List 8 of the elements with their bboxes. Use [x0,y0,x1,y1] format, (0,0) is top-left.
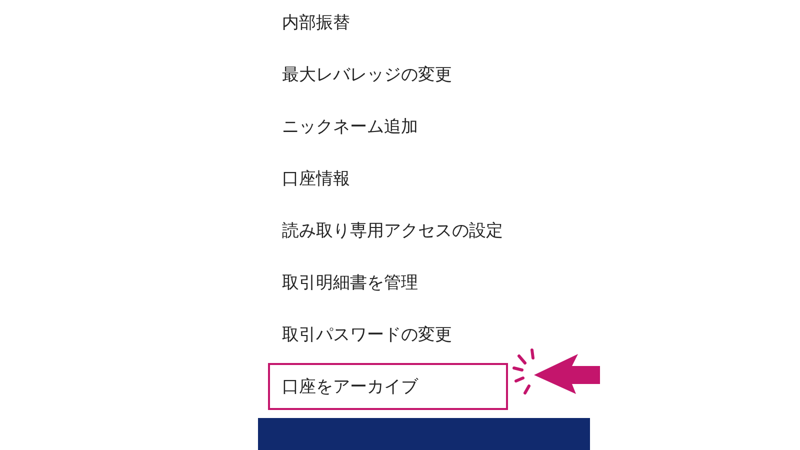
menu-item[interactable]: 内部振替 [282,10,350,34]
menu-item[interactable]: 口座情報 [282,166,350,190]
menu-item[interactable]: ニックネーム追加 [282,114,418,138]
menu-item[interactable]: 最大レバレッジの変更 [282,62,452,86]
menu-item[interactable]: 口座をアーカイブ [268,362,508,410]
menu-item[interactable]: 読み取り専用アクセスの設定 [282,218,503,242]
menu-item[interactable]: 取引明細書を管理 [282,270,418,294]
menu-item[interactable]: 取引パスワードの変更 [282,322,452,346]
